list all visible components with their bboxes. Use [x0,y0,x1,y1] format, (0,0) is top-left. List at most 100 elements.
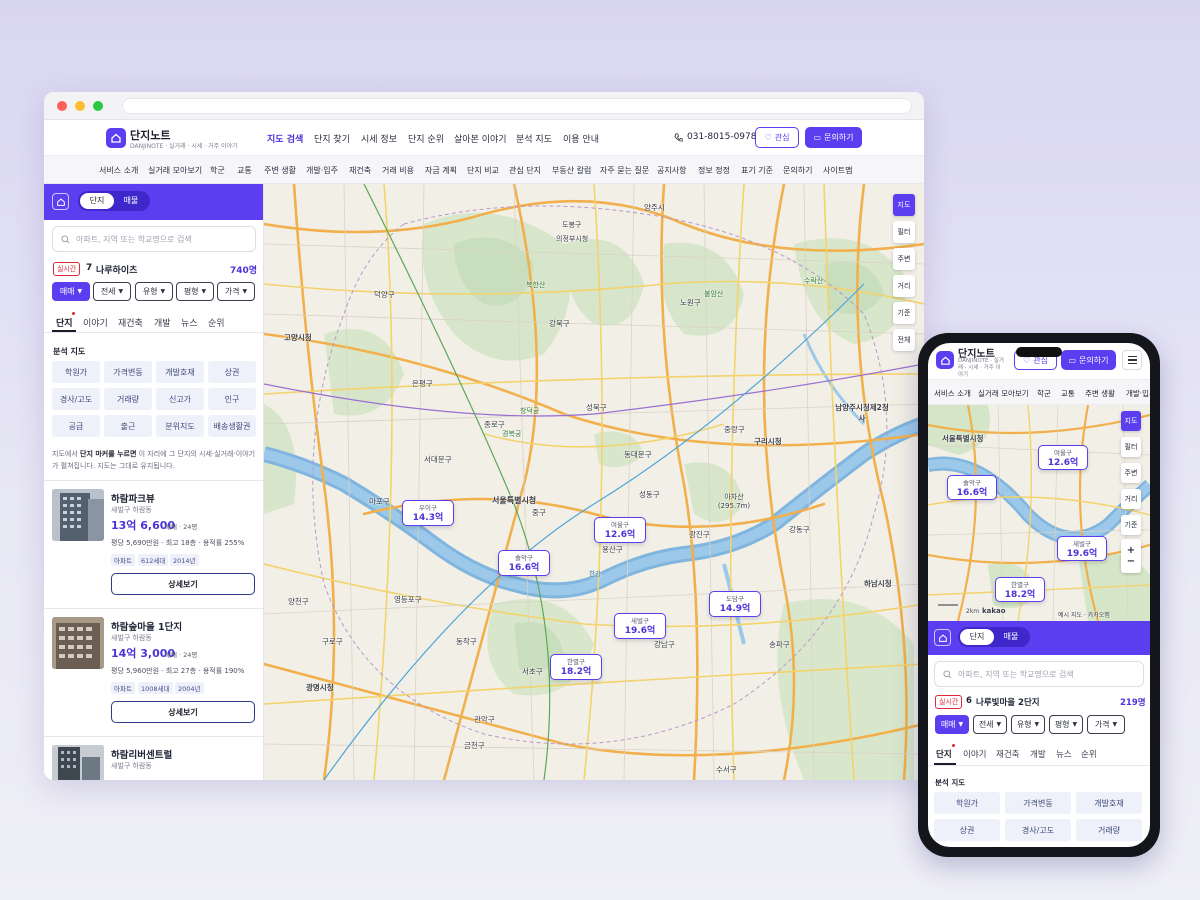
subnav-item[interactable]: 실거래 모아보기 [148,165,202,176]
analysis-button[interactable]: 개발호재 [1076,792,1142,814]
inquiry-button[interactable]: ▭ 문의하기 [805,127,862,148]
analysis-button[interactable]: 분위지도 [156,415,204,437]
toggle-complex[interactable]: 단지 [960,629,994,645]
analysis-button[interactable]: 상권 [208,361,256,383]
filter-jeonse[interactable]: 전세 ▼ [973,715,1007,734]
analysis-button[interactable]: 개발호재 [156,361,204,383]
subnav-item[interactable]: 서비스 소개 [934,388,971,399]
map-tool-nearby[interactable]: 주변 [893,248,915,270]
analysis-button[interactable]: 출근 [104,415,152,437]
listing-card[interactable]: 하람파크뷰 새벌구 하람동 13억 6,600 매매 · 24평 평당 5,69… [44,481,263,609]
nav-guide[interactable]: 이용 안내 [563,132,599,145]
map-tool-distance[interactable]: 거리 [893,275,915,297]
nav-analysis-map[interactable]: 분석 지도 [516,132,552,145]
subnav-item[interactable]: 실거래 모아보기 [978,388,1029,399]
zoom-in-icon[interactable]: + [1127,545,1135,556]
subnav-item[interactable]: 사이트맵 [823,165,852,176]
zoom-control[interactable]: + − [1121,539,1141,573]
analysis-button[interactable]: 학원가 [934,792,1000,814]
nav-ranking[interactable]: 단지 순위 [408,132,444,145]
filter-size[interactable]: 평형 ▼ [1049,715,1083,734]
price-marker[interactable]: 도담구 14.9억 [709,591,761,617]
home-icon[interactable] [52,193,69,210]
filter-type[interactable]: 유형 ▼ [1011,715,1045,734]
tab-stories[interactable]: 이야기 [83,316,108,329]
price-marker[interactable]: 새벌구 19.6억 [614,613,666,639]
subnav-item[interactable]: 서비스 소개 [99,165,138,176]
filter-sale[interactable]: 매매 ▼ [935,715,969,734]
subnav-item[interactable]: 자금 계획 [425,165,457,176]
search-input[interactable]: 아파트, 지역 또는 학교명으로 검색 [52,226,256,252]
map-tool-filter[interactable]: 필터 [893,221,915,243]
filter-type[interactable]: 유형 ▼ [135,282,173,301]
price-marker[interactable]: 한별구 18.2억 [550,654,602,680]
map-tool-all[interactable]: 전체 [893,329,915,351]
subnav-item[interactable]: 주변 생활 [264,165,296,176]
logo-icon[interactable] [936,351,954,369]
tab-redevelop[interactable]: 재건축 [996,748,1019,760]
price-marker[interactable]: 한별구 18.2억 [995,577,1045,602]
map-tool-criteria[interactable]: 기준 [1121,515,1141,535]
price-marker[interactable]: 솔악구 16.6억 [947,475,997,500]
map-tool-map[interactable]: 지도 [893,194,915,216]
subnav-item[interactable]: 표기 기준 [741,165,773,176]
price-marker[interactable]: 솔악구 16.6억 [498,550,550,576]
map-tool-nearby[interactable]: 주변 [1121,463,1141,483]
subnav-item[interactable]: 교통 [237,165,252,176]
subnav-item[interactable]: 개발·입주 [306,165,338,176]
filter-sale[interactable]: 매매 ▼ [52,282,90,301]
map-view[interactable]: 도봉구 노원구 강북구 성북구 은평구 종로구 서대문구 서울특별시청 중구 동… [264,184,924,780]
subnav-item[interactable]: 학군 [210,165,225,176]
zoom-out-icon[interactable]: − [1127,556,1135,567]
tab-news[interactable]: 뉴스 [181,316,198,329]
analysis-button[interactable]: 배송생활권 [208,415,256,437]
toggle-listing[interactable]: 매물 [114,193,148,209]
subnav-item[interactable]: 재건축 [349,165,371,176]
map-tool-filter[interactable]: 필터 [1121,437,1141,457]
subnav-item[interactable]: 문의하기 [783,165,812,176]
analysis-button[interactable]: 인구 [208,388,256,410]
tab-ranking[interactable]: 순위 [1081,748,1097,760]
tab-develop[interactable]: 개발 [1030,748,1046,760]
subnav-item[interactable]: 자주 묻는 질문 [600,165,649,176]
mode-toggle[interactable]: 단지 매물 [78,191,150,211]
home-icon[interactable] [934,629,951,646]
filter-price[interactable]: 가격 ▼ [1087,715,1125,734]
subnav-item[interactable]: 단지 비교 [467,165,499,176]
tab-ranking[interactable]: 순위 [208,316,225,329]
map-tool-map[interactable]: 지도 [1121,411,1141,431]
nav-price-info[interactable]: 시세 정보 [361,132,397,145]
subnav-item[interactable]: 학군 [1037,388,1051,399]
nav-find-complex[interactable]: 단지 찾기 [314,132,350,145]
address-bar[interactable] [122,98,912,114]
logo-icon[interactable] [106,128,126,148]
toggle-listing[interactable]: 매물 [994,629,1028,645]
filter-size[interactable]: 평형 ▼ [176,282,214,301]
tab-redevelop[interactable]: 재건축 [118,316,143,329]
subnav-item[interactable]: 정보 정정 [698,165,730,176]
tab-complex[interactable]: 단지 [56,316,73,329]
nav-stories[interactable]: 살아본 이야기 [454,132,507,145]
subnav-item[interactable]: 부동산 칼럼 [552,165,591,176]
analysis-button[interactable]: 거래량 [1076,819,1142,841]
favorite-button[interactable]: ♡ 관심 [755,127,799,148]
tab-news[interactable]: 뉴스 [1056,748,1072,760]
listing-card[interactable]: 하람리버센트럴 새벌구 하람동 [44,737,263,780]
subnav-item[interactable]: 교통 [1061,388,1075,399]
analysis-button[interactable]: 학원가 [52,361,100,383]
tab-complex[interactable]: 단지 [936,748,952,760]
rank-name[interactable]: 나루빛마을 2단지 [976,696,1040,708]
map-tool-criteria[interactable]: 기준 [893,302,915,324]
analysis-button[interactable]: 거래량 [104,388,152,410]
analysis-button[interactable]: 신고가 [156,388,204,410]
subnav-item[interactable]: 주변 생활 [1085,388,1115,399]
detail-button[interactable]: 상세보기 [111,701,255,723]
phone-number[interactable]: 031-8015-0978 [674,132,756,142]
price-marker[interactable]: 새벌구 19.6억 [1057,536,1107,561]
search-input[interactable]: 아파트, 지역 또는 학교명으로 검색 [934,661,1144,687]
analysis-button[interactable]: 상권 [934,819,1000,841]
listing-card[interactable]: 하람숲마을 1단지 새벌구 하람동 14억 3,000 매매 · 24평 평당 … [44,609,263,737]
close-dot-icon[interactable] [57,101,67,111]
tab-develop[interactable]: 개발 [154,316,171,329]
analysis-button[interactable]: 가격변동 [104,361,152,383]
